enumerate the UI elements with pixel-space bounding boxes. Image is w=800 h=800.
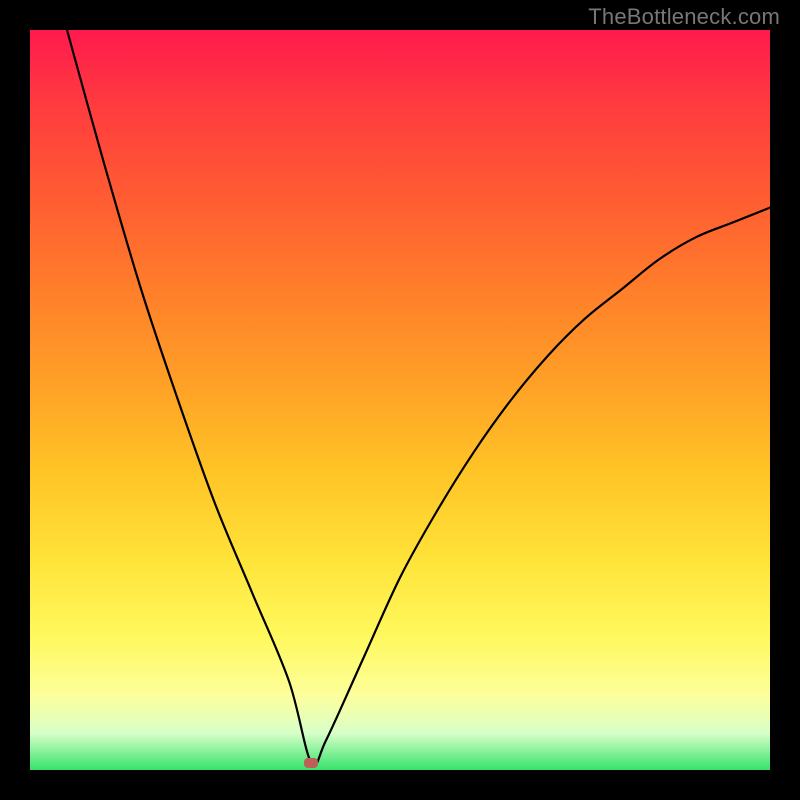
bottleneck-curve — [30, 30, 770, 770]
watermark-label: TheBottleneck.com — [588, 4, 780, 30]
chart-frame: TheBottleneck.com — [0, 0, 800, 800]
minimum-marker-icon — [304, 758, 318, 768]
plot-area — [30, 30, 770, 770]
